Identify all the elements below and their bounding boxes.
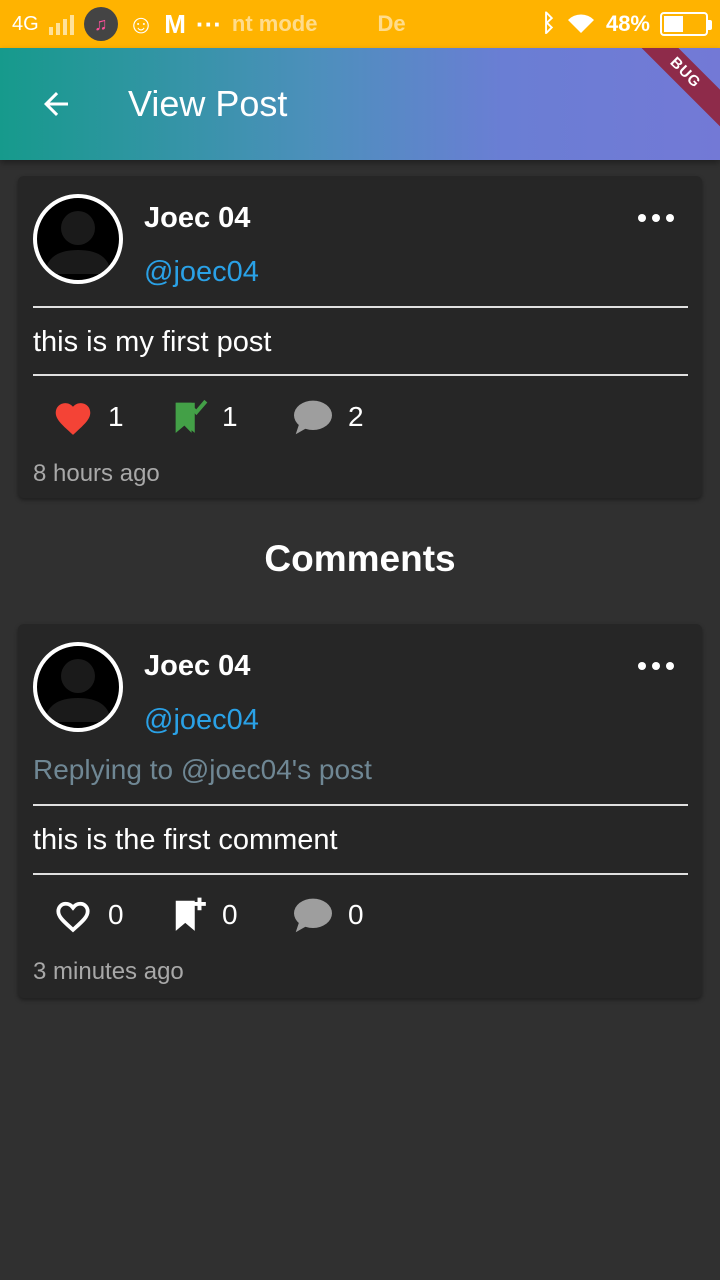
comment-bubble-icon <box>294 898 332 933</box>
dot <box>638 214 646 222</box>
debug-banner: BUG <box>622 48 720 136</box>
heart-filled-icon <box>55 403 91 435</box>
battery-level <box>664 16 684 32</box>
comment-bubble-icon <box>294 400 332 435</box>
bookmark-count: 1 <box>222 401 238 432</box>
status-bar: 4G ♫ ☺ M ··· nt mode De ᛒ 48% <box>0 0 720 48</box>
comment-count: 2 <box>348 401 364 432</box>
like-button[interactable]: 0 <box>52 896 172 934</box>
person-icon <box>45 211 111 274</box>
comment-card: Joec 04 @joec04 Replying to @joec04's po… <box>18 624 702 998</box>
notification-text-2: De <box>377 11 406 36</box>
person-icon <box>45 659 111 722</box>
like-count: 1 <box>108 401 124 432</box>
like-count: 0 <box>108 899 124 930</box>
gmail-icon: M <box>164 9 186 39</box>
bookmark-add-icon <box>175 897 206 931</box>
dot <box>652 662 660 670</box>
network-type: 4G <box>12 12 39 35</box>
more-options-button[interactable] <box>638 210 674 226</box>
divider-bottom <box>33 873 688 875</box>
bluetooth-icon: ᛒ <box>541 10 556 37</box>
post-actions: 1 1 2 <box>52 398 412 436</box>
comment-button[interactable]: 2 <box>292 398 412 436</box>
like-button[interactable]: 1 <box>52 398 172 436</box>
author-handle[interactable]: @joec04 <box>144 256 259 289</box>
arrow-back-icon <box>44 92 68 116</box>
comment-count: 0 <box>348 899 364 930</box>
comment-text: this is the first comment <box>33 824 338 856</box>
comment-timestamp: 3 minutes ago <box>33 958 184 985</box>
post-card: Joec 04 @joec04 this is my first post 1 … <box>18 176 702 498</box>
app-bar: View Post BUG <box>0 48 720 160</box>
dot <box>666 214 674 222</box>
author-handle[interactable]: @joec04 <box>144 704 259 737</box>
bookmark-button[interactable]: 0 <box>172 896 292 934</box>
avatar[interactable] <box>33 194 123 284</box>
post-timestamp: 8 hours ago <box>33 460 160 487</box>
status-bar-right: ᛒ 48% <box>541 10 712 37</box>
more-notifications-icon: ··· <box>195 9 222 39</box>
divider-bottom <box>33 374 688 376</box>
avatar[interactable] <box>33 642 123 732</box>
dot <box>666 662 674 670</box>
divider-top <box>33 804 688 806</box>
divider-top <box>33 306 688 308</box>
heart-outline-icon <box>56 901 90 933</box>
post-text: this is my first post <box>33 326 272 358</box>
dot <box>652 214 660 222</box>
more-options-button[interactable] <box>638 658 674 674</box>
author-name[interactable]: Joec 04 <box>144 650 250 683</box>
back-button[interactable] <box>28 76 84 132</box>
signal-icon <box>48 13 74 35</box>
author-name[interactable]: Joec 04 <box>144 202 250 235</box>
music-app-icon: ♫ <box>83 7 118 41</box>
battery-icon <box>660 12 712 36</box>
dot <box>638 662 646 670</box>
bookmark-count: 0 <box>222 899 238 930</box>
comment-button[interactable]: 0 <box>292 896 412 934</box>
notification-text: nt mode <box>231 11 318 36</box>
status-bar-left: 4G ♫ ☺ M ··· nt mode De <box>12 7 406 41</box>
touchpal-icon: ☺ <box>127 9 155 39</box>
comments-heading: Comments <box>264 538 456 579</box>
battery-percent: 48% <box>605 11 650 36</box>
bookmark-button[interactable]: 1 <box>172 398 292 436</box>
bookmark-added-icon <box>175 399 208 433</box>
wifi-icon <box>567 14 594 33</box>
page-title: View Post <box>128 83 288 124</box>
replying-to-label[interactable]: Replying to @joec04's post <box>33 754 372 786</box>
comment-actions: 0 0 0 <box>52 896 412 934</box>
